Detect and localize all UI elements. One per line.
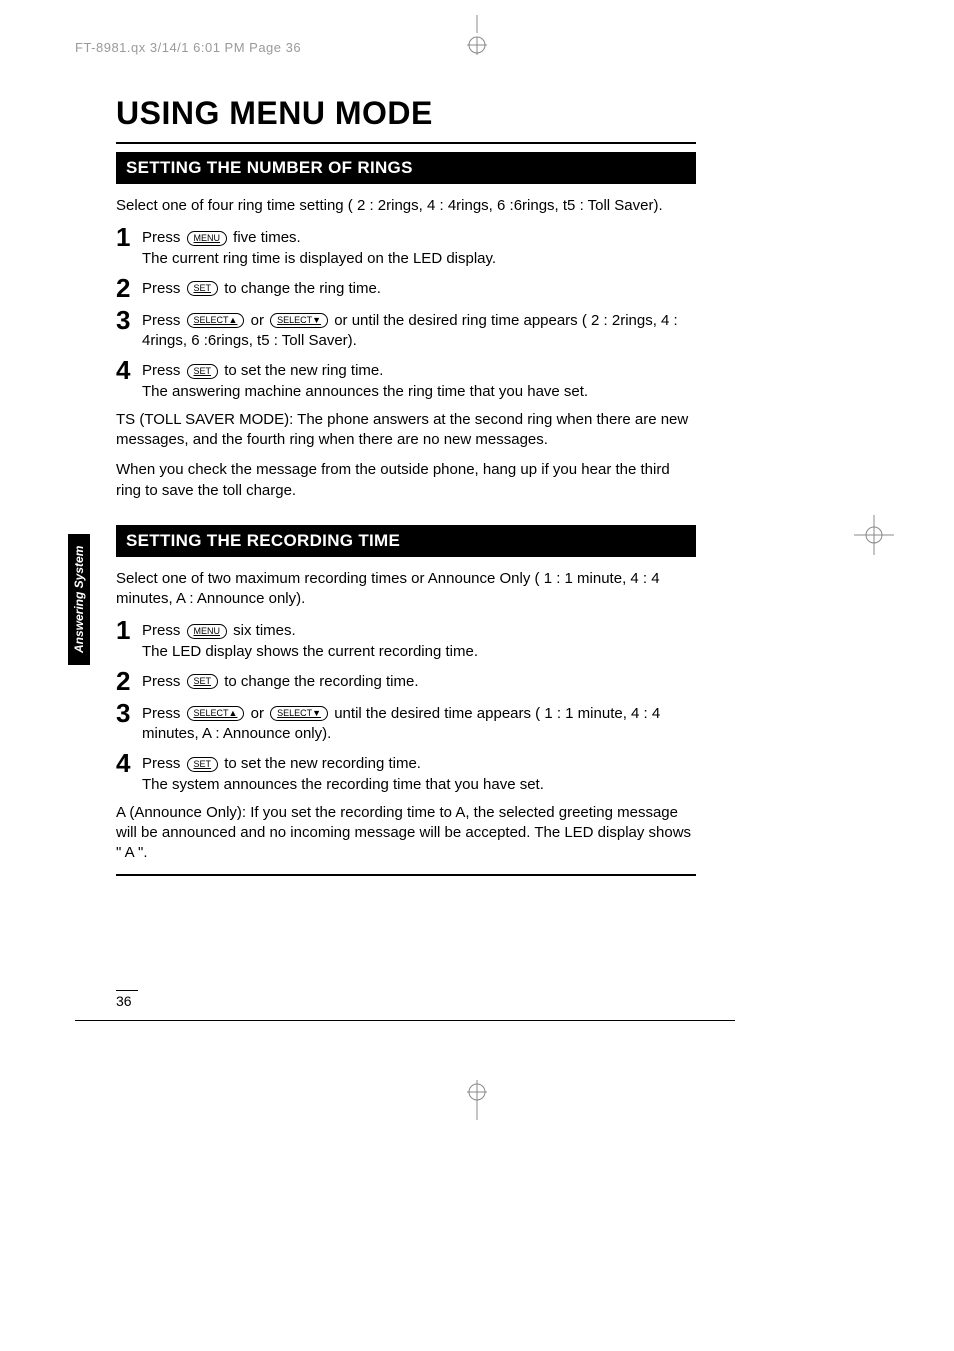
page-title: USING MENU MODE — [116, 95, 696, 132]
step-number: 3 — [116, 700, 142, 726]
menu-key-icon: MENU — [187, 624, 228, 639]
select-up-key-icon: SELECT▲ — [187, 313, 245, 328]
step-body: Press SELECT▲ or SELECT▼ or until the de… — [142, 309, 696, 352]
print-header: FT-8981.qx 3/14/1 6:01 PM Page 36 — [75, 40, 301, 55]
select-down-key-icon: SELECT▼ — [270, 706, 328, 721]
section-heading-rings: SETTING THE NUMBER OF RINGS — [116, 152, 696, 184]
set-key-icon: SET — [187, 757, 219, 772]
step-body: Press SET to set the new recording time.… — [142, 752, 544, 795]
step-row: 4 Press SET to set the new recording tim… — [116, 752, 696, 795]
section-heading-recording: SETTING THE RECORDING TIME — [116, 525, 696, 557]
step-row: 1 Press MENU six times. The LED display … — [116, 619, 696, 662]
announce-only-note: A (Announce Only): If you set the record… — [116, 803, 696, 864]
select-down-key-icon: SELECT▼ — [270, 313, 328, 328]
step-body: Press MENU six times. The LED display sh… — [142, 619, 478, 662]
step-number: 4 — [116, 357, 142, 383]
section1-intro: Select one of four ring time setting ( 2… — [116, 196, 696, 216]
crop-mark-top — [457, 15, 497, 60]
footer-rule — [75, 1020, 735, 1021]
page-number: 36 — [116, 990, 138, 1009]
step-row: 3 Press SELECT▲ or SELECT▼ until the des… — [116, 702, 696, 745]
step-row: 1 Press MENU five times. The current rin… — [116, 226, 696, 269]
step-number: 2 — [116, 668, 142, 694]
title-divider — [116, 142, 696, 144]
step-body: Press SET to set the new ring time. The … — [142, 359, 588, 402]
step-body: Press SET to change the recording time. — [142, 670, 418, 692]
step-number: 3 — [116, 307, 142, 333]
step-body: Press SET to change the ring time. — [142, 277, 381, 299]
step-number: 4 — [116, 750, 142, 776]
step-body: Press MENU five times. The current ring … — [142, 226, 496, 269]
bottom-divider — [116, 874, 696, 876]
step-number: 2 — [116, 275, 142, 301]
set-key-icon: SET — [187, 364, 219, 379]
crop-mark-bottom — [457, 1080, 497, 1125]
section-tab: Answering System — [68, 534, 90, 665]
section2-intro: Select one of two maximum recording time… — [116, 569, 696, 610]
set-key-icon: SET — [187, 281, 219, 296]
menu-key-icon: MENU — [187, 231, 228, 246]
toll-saver-note2: When you check the message from the outs… — [116, 460, 696, 501]
step-number: 1 — [116, 617, 142, 643]
step-row: 2 Press SET to change the recording time… — [116, 670, 696, 694]
set-key-icon: SET — [187, 674, 219, 689]
toll-saver-note: TS (TOLL SAVER MODE): The phone answers … — [116, 410, 696, 451]
step-row: 3 Press SELECT▲ or SELECT▼ or until the … — [116, 309, 696, 352]
step-row: 4 Press SET to set the new ring time. Th… — [116, 359, 696, 402]
select-up-key-icon: SELECT▲ — [187, 706, 245, 721]
crop-mark-right — [854, 515, 894, 560]
step-number: 1 — [116, 224, 142, 250]
step-row: 2 Press SET to change the ring time. — [116, 277, 696, 301]
step-body: Press SELECT▲ or SELECT▼ until the desir… — [142, 702, 696, 745]
